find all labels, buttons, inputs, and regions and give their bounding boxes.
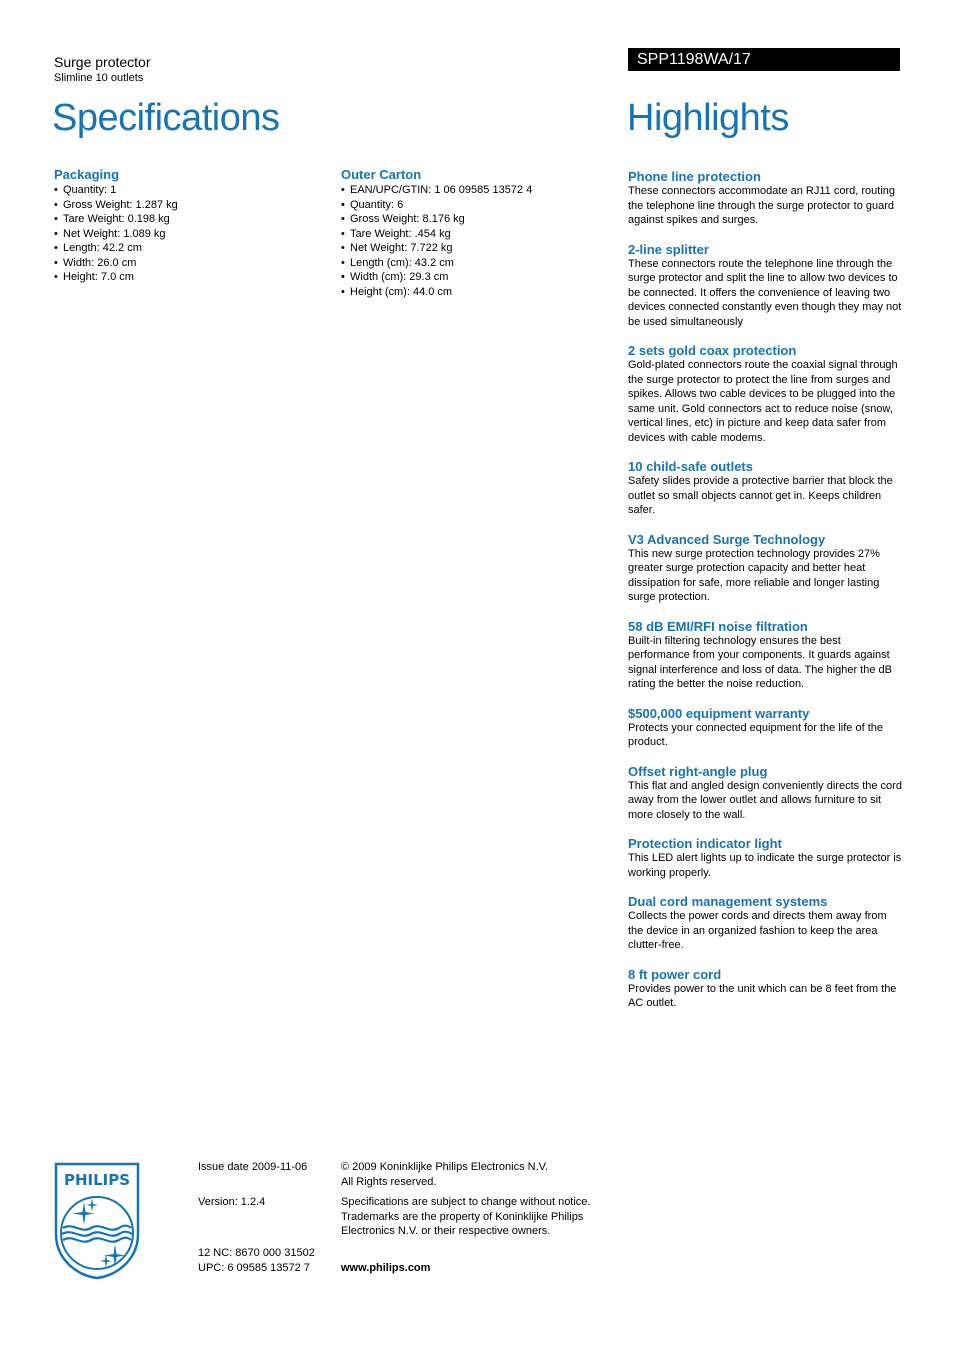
product-type: Surge protector bbox=[54, 54, 151, 70]
spec-item: Length: 42.2 cm bbox=[54, 241, 324, 256]
website-link[interactable]: www.philips.com bbox=[341, 1261, 430, 1276]
highlight-item: V3 Advanced Surge Technology This new sur… bbox=[628, 532, 903, 605]
disclaimer-line: Electronics N.V. or their respective own… bbox=[341, 1225, 551, 1237]
copyright: © 2009 Koninklijke Philips Electronics N… bbox=[341, 1160, 548, 1189]
philips-logo: PHILIPS bbox=[54, 1162, 140, 1280]
spec-item: Net Weight: 1.089 kg bbox=[54, 227, 324, 242]
outer-carton-list: EAN/UPC/GTIN: 1 06 09585 13572 4 Quantit… bbox=[341, 183, 611, 299]
spec-item: Gross Weight: 1.287 kg bbox=[54, 198, 324, 213]
highlight-text: Provides power to the unit which can be … bbox=[628, 982, 897, 1010]
twelve-nc: 12 NC: 8670 000 31502 bbox=[198, 1247, 315, 1259]
highlight-title: 8 ft power cord bbox=[628, 966, 722, 982]
spec-item: Net Weight: 7.722 kg bbox=[341, 241, 611, 256]
disclaimer: Specifications are subject to change wit… bbox=[341, 1195, 590, 1239]
spec-item: Height: 7.0 cm bbox=[54, 270, 324, 285]
highlight-item: Dual cord management systems Collects the… bbox=[628, 894, 903, 953]
packaging-list: Quantity: 1 Gross Weight: 1.287 kg Tare … bbox=[54, 183, 324, 285]
spec-item: Height (cm): 44.0 cm bbox=[341, 285, 611, 300]
spec-item: Quantity: 6 bbox=[341, 198, 611, 213]
website-text[interactable]: www.philips.com bbox=[341, 1262, 430, 1274]
spec-item: Width: 26.0 cm bbox=[54, 256, 324, 271]
highlight-item: 10 child-safe outlets Safety slides provi… bbox=[628, 459, 903, 518]
packaging-heading: Packaging bbox=[54, 167, 120, 182]
highlight-item: 2 sets gold coax protection Gold-plated c… bbox=[628, 343, 903, 445]
highlight-text: This LED alert lights up to indicate the… bbox=[628, 852, 902, 879]
philips-shield-icon: PHILIPS bbox=[54, 1162, 140, 1280]
logo-wordmark: PHILIPS bbox=[64, 1171, 130, 1189]
spec-item: Quantity: 1 bbox=[54, 183, 324, 198]
highlight-text: This new surge protection technology pro… bbox=[628, 547, 880, 604]
highlight-item: 2-line splitter These connectors route th… bbox=[628, 242, 903, 330]
upc-code: UPC: 6 09585 13572 7 bbox=[198, 1262, 310, 1274]
highlight-title: 2-line splitter bbox=[628, 241, 709, 257]
highlight-item: Phone line protection These connectors ac… bbox=[628, 169, 903, 228]
issue-date: Issue date 2009-11-06 bbox=[198, 1161, 308, 1173]
spec-item: Gross Weight: 8.176 kg bbox=[341, 212, 611, 227]
spec-item: EAN/UPC/GTIN: 1 06 09585 13572 4 bbox=[341, 183, 611, 198]
packaging-section: Packaging Quantity: 1 Gross Weight: 1.28… bbox=[54, 167, 324, 285]
highlight-item: $500,000 equipment warranty Protects your… bbox=[628, 706, 903, 750]
highlight-title: 10 child-safe outlets bbox=[628, 459, 753, 474]
spec-item: Length (cm): 43.2 cm bbox=[341, 256, 611, 271]
highlight-text: Collects the power cords and directs the… bbox=[628, 910, 887, 951]
outer-carton-section: Outer Carton EAN/UPC/GTIN: 1 06 09585 13… bbox=[341, 167, 611, 299]
disclaimer-line: Trademarks are the property of Koninklij… bbox=[341, 1210, 584, 1223]
highlight-title: 2 sets gold coax protection bbox=[628, 343, 797, 358]
model-number-bar: SPP1198WA/17 bbox=[628, 48, 900, 71]
spec-item: Tare Weight: 0.198 kg bbox=[54, 212, 324, 227]
version: Version: 1.2.4 bbox=[198, 1196, 266, 1208]
highlight-title: Dual cord management systems bbox=[628, 894, 828, 909]
highlight-title: Protection indicator light bbox=[628, 836, 782, 851]
highlight-text: Gold-plated connectors route the coaxial… bbox=[628, 359, 898, 444]
disclaimer-line: Specifications are subject to change wit… bbox=[341, 1196, 591, 1208]
highlight-title: 58 dB EMI/RFI noise filtration bbox=[628, 618, 808, 634]
highlight-text: These connectors accommodate an RJ11 cor… bbox=[628, 185, 895, 226]
highlight-item: 8 ft power cord Provides power to the uni… bbox=[628, 967, 903, 1011]
product-subtitle: Slimline 10 outlets bbox=[54, 72, 144, 84]
spec-item: Width (cm): 29.3 cm bbox=[341, 270, 611, 285]
highlight-item: 58 dB EMI/RFI noise filtration Built-in f… bbox=[628, 619, 903, 692]
copyright-line: © 2009 Koninklijke Philips Electronics N… bbox=[341, 1161, 549, 1173]
highlight-title: V3 Advanced Surge Technology bbox=[628, 531, 826, 547]
highlights-list: Phone line protection These connectors ac… bbox=[628, 169, 903, 1025]
highlight-title: Phone line protection bbox=[628, 169, 761, 184]
highlight-text: Protects your connected equipment for th… bbox=[628, 721, 883, 749]
highlight-title: $500,000 equipment warranty bbox=[628, 705, 810, 721]
highlight-item: Protection indicator light This LED alert… bbox=[628, 836, 903, 880]
outer-carton-heading: Outer Carton bbox=[341, 167, 422, 182]
highlight-text: Built-in filtering technology ensures th… bbox=[628, 634, 892, 691]
highlight-title: Offset right-angle plug bbox=[628, 763, 768, 779]
spec-item: Tare Weight: .454 kg bbox=[341, 227, 611, 242]
highlights-title: Highlights bbox=[627, 97, 789, 139]
copyright-line: All Rights reserved. bbox=[341, 1175, 437, 1188]
specifications-title: Specifications bbox=[52, 97, 280, 139]
highlight-text: These connectors route the telephone lin… bbox=[628, 257, 902, 328]
highlight-text: This flat and angled design conveniently… bbox=[628, 779, 902, 821]
highlight-text: Safety slides provide a protective barri… bbox=[628, 475, 893, 516]
highlight-item: Offset right-angle plug This flat and ang… bbox=[628, 764, 903, 823]
